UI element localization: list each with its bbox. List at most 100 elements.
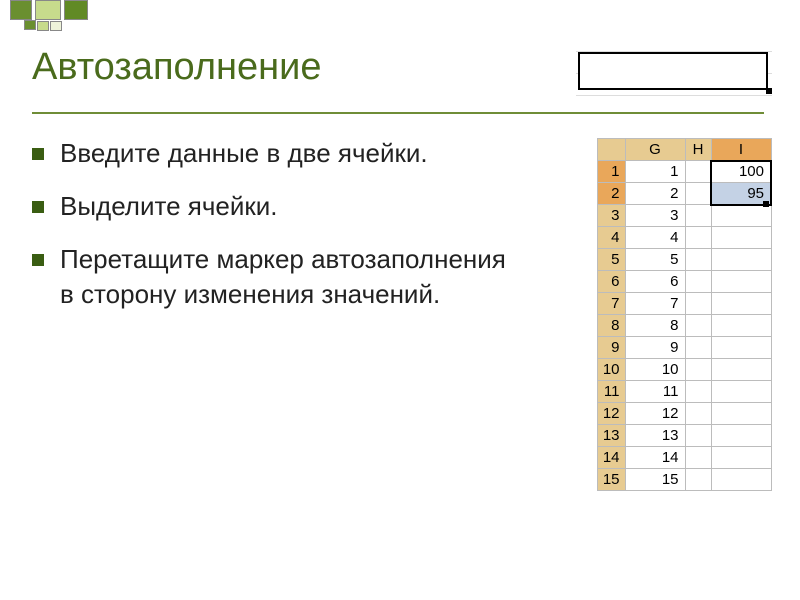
cell: 7 xyxy=(625,293,685,315)
cell xyxy=(685,425,711,447)
table-row: 99 xyxy=(597,337,771,359)
bullet-text: Перетащите маркер автозаполнения в сторо… xyxy=(60,242,512,312)
list-item: Перетащите маркер автозаполнения в сторо… xyxy=(32,242,512,312)
row-header: 8 xyxy=(597,315,625,337)
bullet-text: Выделите ячейки. xyxy=(60,189,278,224)
cell xyxy=(711,293,771,315)
row-header: 11 xyxy=(597,381,625,403)
row-header: 9 xyxy=(597,337,625,359)
fill-handle-icon[interactable] xyxy=(763,201,769,207)
deco-square xyxy=(24,20,36,30)
cell: 6 xyxy=(625,271,685,293)
bullet-marker xyxy=(32,201,44,213)
table-row: 66 xyxy=(597,271,771,293)
cell xyxy=(685,161,711,183)
cell: 5 xyxy=(625,249,685,271)
table-row: 2 2 95 xyxy=(597,183,771,205)
cell: 3 xyxy=(625,205,685,227)
row-header: 12 xyxy=(597,403,625,425)
deco-square xyxy=(10,0,32,20)
cell-selected: 95 xyxy=(711,183,771,205)
column-header-i: I xyxy=(711,139,771,161)
row-header: 6 xyxy=(597,271,625,293)
table-row: 1111 xyxy=(597,381,771,403)
column-header-g: G xyxy=(625,139,685,161)
cell xyxy=(711,315,771,337)
row-header: 2 xyxy=(597,183,625,205)
table-row: 1515 xyxy=(597,469,771,491)
cell: 15 xyxy=(625,469,685,491)
table-row: 33 xyxy=(597,205,771,227)
list-item: Введите данные в две ячейки. xyxy=(32,136,512,171)
cell xyxy=(711,447,771,469)
table-row: 44 xyxy=(597,227,771,249)
row-header: 3 xyxy=(597,205,625,227)
deco-square xyxy=(64,0,88,20)
cell xyxy=(711,249,771,271)
table-row: 1010 xyxy=(597,359,771,381)
deco-square xyxy=(50,21,62,31)
cell xyxy=(685,381,711,403)
table-row: 1212 xyxy=(597,403,771,425)
list-item: Выделите ячейки. xyxy=(32,189,512,224)
table-row: 1 1 100 xyxy=(597,161,771,183)
cell xyxy=(711,403,771,425)
cell xyxy=(685,183,711,205)
corner-cell xyxy=(597,139,625,161)
table-row: 77 xyxy=(597,293,771,315)
cell xyxy=(685,447,711,469)
cell xyxy=(711,227,771,249)
bullet-marker xyxy=(32,148,44,160)
row-header: 7 xyxy=(597,293,625,315)
cell xyxy=(685,249,711,271)
row-header: 15 xyxy=(597,469,625,491)
cell xyxy=(685,469,711,491)
row-header: 5 xyxy=(597,249,625,271)
cell xyxy=(711,469,771,491)
slide-title: Автозаполнение xyxy=(32,46,321,89)
cell xyxy=(685,403,711,425)
cell: 1 xyxy=(625,161,685,183)
row-header: 1 xyxy=(597,161,625,183)
cell xyxy=(685,315,711,337)
table-row: 1414 xyxy=(597,447,771,469)
decorative-squares xyxy=(0,0,800,32)
bullet-text: Введите данные в две ячейки. xyxy=(60,136,428,171)
cell: 4 xyxy=(625,227,685,249)
cell xyxy=(711,337,771,359)
cell xyxy=(711,271,771,293)
row-header: 4 xyxy=(597,227,625,249)
bullet-list: Введите данные в две ячейки. Выделите яч… xyxy=(32,136,512,330)
cell: 9 xyxy=(625,337,685,359)
table-row: 1313 xyxy=(597,425,771,447)
title-divider xyxy=(32,112,764,114)
cell xyxy=(685,359,711,381)
cell: 10 xyxy=(625,359,685,381)
cell xyxy=(711,425,771,447)
cell xyxy=(685,205,711,227)
cell: 8 xyxy=(625,315,685,337)
row-header: 14 xyxy=(597,447,625,469)
header-row: G H I xyxy=(597,139,771,161)
cell: 13 xyxy=(625,425,685,447)
cell: 12 xyxy=(625,403,685,425)
deco-square xyxy=(35,0,61,20)
cell xyxy=(685,293,711,315)
row-header: 13 xyxy=(597,425,625,447)
deco-square xyxy=(37,21,49,31)
table-row: 88 xyxy=(597,315,771,337)
cell: 14 xyxy=(625,447,685,469)
bullet-marker xyxy=(32,254,44,266)
cell xyxy=(685,271,711,293)
cell xyxy=(711,359,771,381)
cell-value: 95 xyxy=(747,185,764,202)
fill-handle-icon xyxy=(766,88,772,94)
selection-range-example xyxy=(576,48,772,96)
cell: 11 xyxy=(625,381,685,403)
column-header-h: H xyxy=(685,139,711,161)
cell: 2 xyxy=(625,183,685,205)
cell xyxy=(685,227,711,249)
cell xyxy=(711,205,771,227)
cell-selected: 100 xyxy=(711,161,771,183)
table-row: 55 xyxy=(597,249,771,271)
